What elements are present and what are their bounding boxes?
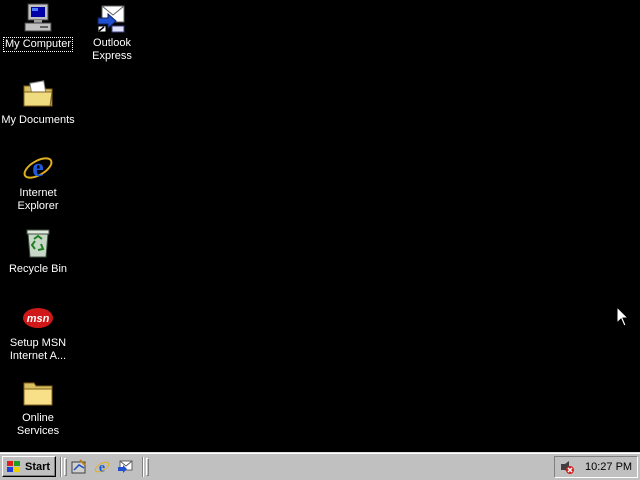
svg-text:e: e	[99, 461, 105, 476]
outlook-express-icon	[118, 460, 133, 473]
desktop-icon-recycle-bin[interactable]: Recycle Bin	[0, 227, 76, 277]
taskbar-separator	[142, 457, 144, 477]
desktop-icon-my-documents[interactable]: My Documents	[0, 78, 76, 128]
desktop-icon-outlook-express[interactable]: Outlook Express	[74, 2, 150, 64]
show-desktop-icon	[71, 459, 86, 474]
quick-launch-show-desktop[interactable]	[69, 458, 89, 476]
desktop-icon-label: Outlook Express	[92, 37, 132, 62]
taskbar: Start e 10:27 PM	[0, 452, 640, 480]
svg-text:msn: msn	[27, 313, 50, 325]
desktop-icon-label: My Documents	[1, 114, 75, 126]
volume-tray-icon[interactable]	[559, 459, 575, 475]
mouse-cursor-icon	[617, 307, 629, 327]
recycle-bin-icon	[22, 227, 54, 259]
msn-icon: msn	[22, 302, 54, 334]
system-tray: 10:27 PM	[554, 456, 638, 478]
desktop-icon-label: Recycle Bin	[8, 263, 68, 275]
desktop[interactable]: My Computer Outlook Express My Documents	[0, 0, 640, 452]
internet-explorer-icon: e	[22, 152, 54, 184]
quick-launch-outlook-express[interactable]	[115, 458, 135, 476]
my-computer-icon	[22, 2, 54, 34]
svg-text:e: e	[32, 153, 44, 182]
start-label: Start	[25, 460, 51, 473]
quick-launch-internet-explorer[interactable]: e	[92, 458, 112, 476]
task-area-grip[interactable]	[146, 458, 149, 476]
start-button[interactable]: Start	[2, 456, 56, 477]
clock[interactable]: 10:27 PM	[585, 461, 632, 473]
desktop-icon-label: Internet Explorer	[17, 187, 59, 212]
desktop-icon-label: Setup MSN Internet A...	[9, 337, 67, 362]
folder-icon	[22, 377, 54, 409]
internet-explorer-icon: e	[94, 461, 110, 476]
desktop-icon-internet-explorer[interactable]: e Internet Explorer	[0, 152, 76, 214]
desktop-icon-label: My Computer	[2, 37, 74, 52]
desktop-icon-my-computer[interactable]: My Computer	[0, 2, 76, 52]
desktop-icon-setup-msn[interactable]: msn Setup MSN Internet A...	[0, 302, 76, 364]
quick-launch-grip[interactable]	[64, 458, 67, 476]
desktop-icon-online-services[interactable]: Online Services	[0, 377, 76, 439]
my-documents-icon	[22, 78, 54, 110]
windows-logo-icon	[7, 460, 20, 472]
desktop-icon-label: Online Services	[16, 412, 60, 437]
outlook-express-icon	[96, 2, 128, 34]
taskbar-separator	[60, 457, 62, 477]
